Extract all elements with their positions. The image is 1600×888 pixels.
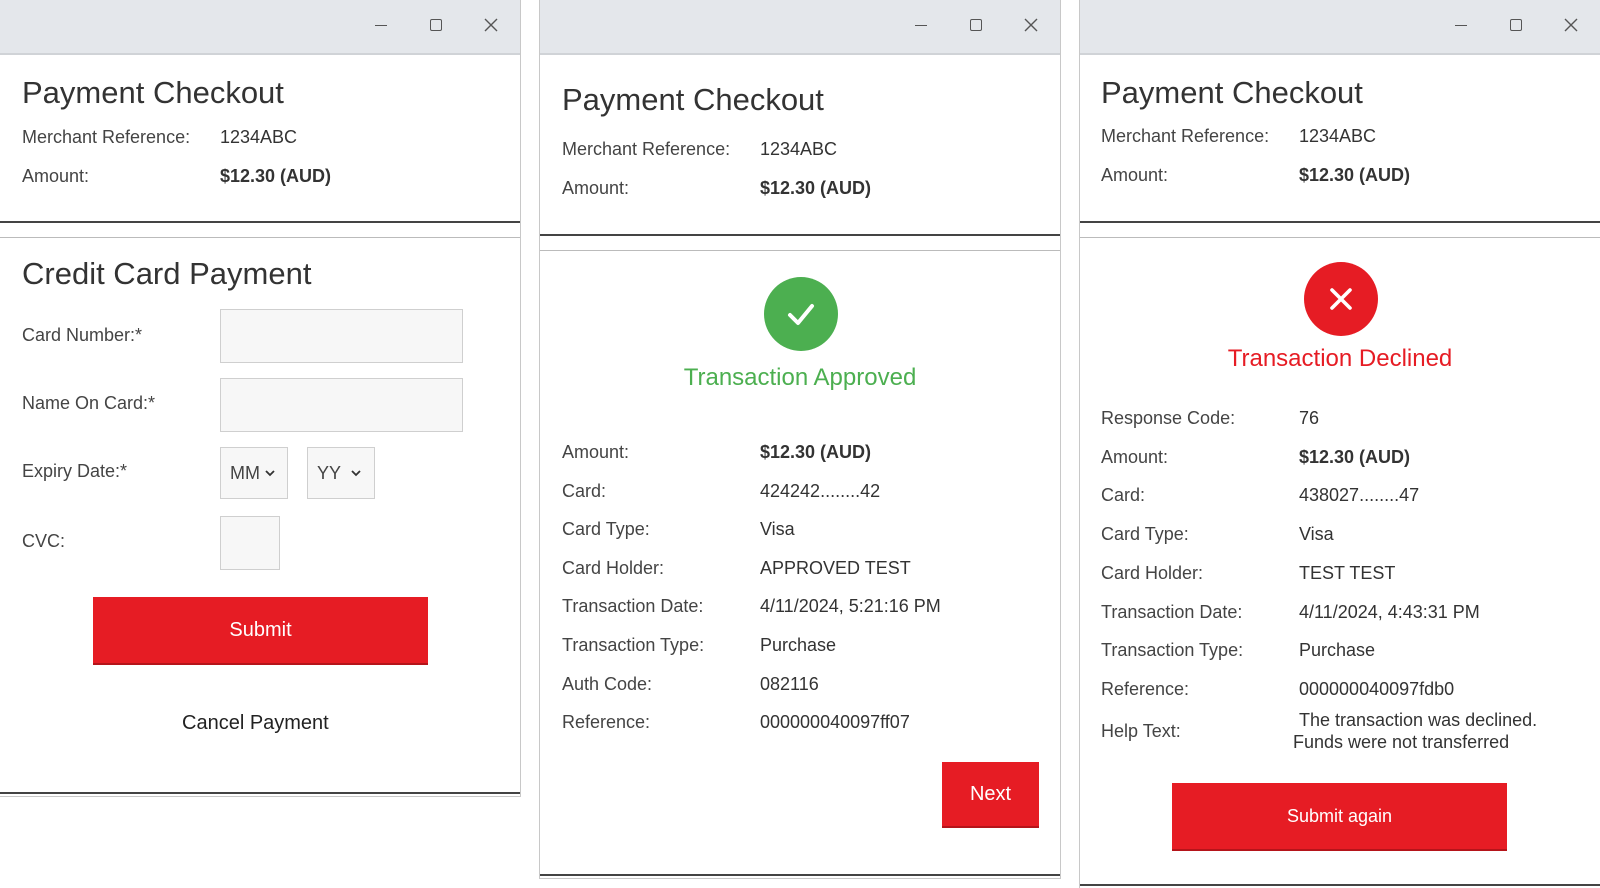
card-number-label: Card Number:* (22, 325, 143, 345)
window-bottom-border (540, 874, 1060, 876)
detail-label: Amount: (562, 442, 630, 462)
amount-value: $12.30 (AUD) (1299, 165, 1411, 185)
title-bar (1080, 0, 1600, 55)
section-divider (1080, 237, 1600, 238)
chevron-down-icon (351, 470, 361, 477)
expiry-date-label: Expiry Date:* (22, 461, 128, 481)
expiry-month-value: MM (230, 462, 260, 483)
card-number-input[interactable] (220, 309, 463, 363)
detail-value: 4/11/2024, 4:43:31 PM (1299, 601, 1480, 622)
detail-value: Visa (760, 519, 795, 540)
detail-value: 000000040097fdb0 (1299, 678, 1455, 699)
form-bottom-border (0, 792, 520, 794)
section-divider (0, 237, 520, 238)
header-divider (0, 221, 520, 223)
detail-value: Visa (1299, 524, 1334, 545)
cvc-input[interactable] (220, 516, 280, 570)
maximize-icon[interactable] (1505, 14, 1527, 36)
amount-label: Amount: (1101, 165, 1169, 185)
next-button[interactable]: Next (942, 762, 1039, 828)
detail-value: 000000040097ff07 (760, 712, 910, 733)
name-on-card-input[interactable] (220, 378, 463, 432)
maximize-icon[interactable] (965, 14, 987, 36)
window-bottom-border (1080, 884, 1600, 886)
detail-label: Transaction Date: (562, 596, 704, 617)
approved-window: Payment Checkout Merchant Reference: 123… (540, 0, 1060, 878)
detail-label: Card Holder: (562, 557, 665, 578)
close-icon[interactable] (1560, 14, 1582, 36)
chevron-down-icon (265, 470, 275, 477)
detail-label: Card: (562, 480, 607, 501)
help-text-line-2: Funds were not transferred (1293, 732, 1510, 752)
header-divider (1080, 221, 1600, 223)
detail-label: Card Type: (1101, 524, 1189, 545)
merchant-reference-label: Merchant Reference: (562, 139, 731, 159)
maximize-icon[interactable] (425, 14, 447, 36)
amount-value: $12.30 (AUD) (760, 178, 872, 198)
close-icon[interactable] (480, 14, 502, 36)
detail-label: Card Holder: (1101, 562, 1204, 583)
detail-value: Purchase (760, 635, 837, 655)
close-icon[interactable] (1020, 14, 1042, 36)
merchant-reference-value: 1234ABC (1299, 126, 1377, 146)
payment-form-window: Payment Checkout Merchant Reference: 123… (0, 0, 520, 796)
detail-label: Card: (1101, 485, 1146, 506)
amount-label: Amount: (562, 178, 630, 198)
declined-window: Payment Checkout Merchant Reference: 123… (1080, 0, 1600, 888)
amount-label: Amount: (22, 166, 90, 186)
amount-value: $12.30 (AUD) (220, 166, 332, 186)
minimize-icon[interactable] (370, 14, 392, 36)
detail-value: TEST TEST (1299, 562, 1396, 583)
section-divider (540, 250, 1060, 251)
name-on-card-label: Name On Card:* (22, 393, 156, 413)
page-title: Payment Checkout (562, 82, 824, 117)
detail-label: Amount: (1101, 446, 1169, 467)
detail-label: Response Code: (1101, 408, 1236, 428)
submit-again-button[interactable]: Submit again (1172, 783, 1507, 851)
detail-value: 438027........47 (1299, 485, 1420, 506)
status-text: Transaction Declined (1227, 345, 1453, 372)
detail-value: Purchase (1299, 640, 1376, 661)
minimize-icon[interactable] (910, 14, 932, 36)
page-title: Payment Checkout (1101, 75, 1363, 110)
expiry-month-select[interactable]: MM (220, 447, 288, 499)
title-bar (0, 0, 520, 55)
detail-value: APPROVED TEST (760, 557, 911, 578)
page-title: Payment Checkout (22, 75, 284, 110)
expiry-year-select[interactable]: YY (307, 447, 375, 499)
minimize-icon[interactable] (1450, 14, 1472, 36)
merchant-reference-value: 1234ABC (220, 127, 298, 147)
x-mark-icon (1304, 262, 1378, 336)
help-text-line-1: The transaction was declined. (1299, 710, 1538, 730)
cancel-payment-link[interactable]: Cancel Payment (182, 712, 329, 735)
detail-label: Transaction Type: (1101, 640, 1244, 661)
form-title: Credit Card Payment (22, 256, 312, 291)
cvc-label: CVC: (22, 531, 66, 551)
header-divider (540, 234, 1060, 236)
title-bar (540, 0, 1060, 55)
detail-value: 76 (1299, 408, 1320, 428)
help-text-label: Help Text: (1101, 721, 1181, 741)
detail-label: Reference: (1101, 678, 1190, 699)
detail-label: Card Type: (562, 519, 650, 540)
checkout-header: Payment Checkout Merchant Reference: 123… (0, 55, 520, 225)
detail-label: Reference: (562, 712, 651, 733)
submit-button[interactable]: Submit (93, 597, 428, 665)
merchant-reference-label: Merchant Reference: (1101, 126, 1270, 146)
detail-value: $12.30 (AUD) (760, 442, 872, 462)
expiry-year-value: YY (317, 462, 342, 483)
checkmark-icon (764, 277, 838, 351)
detail-value: $12.30 (AUD) (1299, 446, 1411, 467)
status-text: Transaction Approved (683, 364, 917, 391)
detail-label: Auth Code: (562, 673, 653, 694)
merchant-reference-label: Merchant Reference: (22, 127, 191, 147)
detail-value: 424242........42 (760, 480, 881, 501)
merchant-reference-value: 1234ABC (760, 139, 838, 159)
detail-label: Transaction Date: (1101, 601, 1243, 622)
detail-label: Transaction Type: (562, 635, 705, 655)
detail-value: 082116 (760, 673, 819, 694)
detail-value: 4/11/2024, 5:21:16 PM (760, 596, 941, 617)
